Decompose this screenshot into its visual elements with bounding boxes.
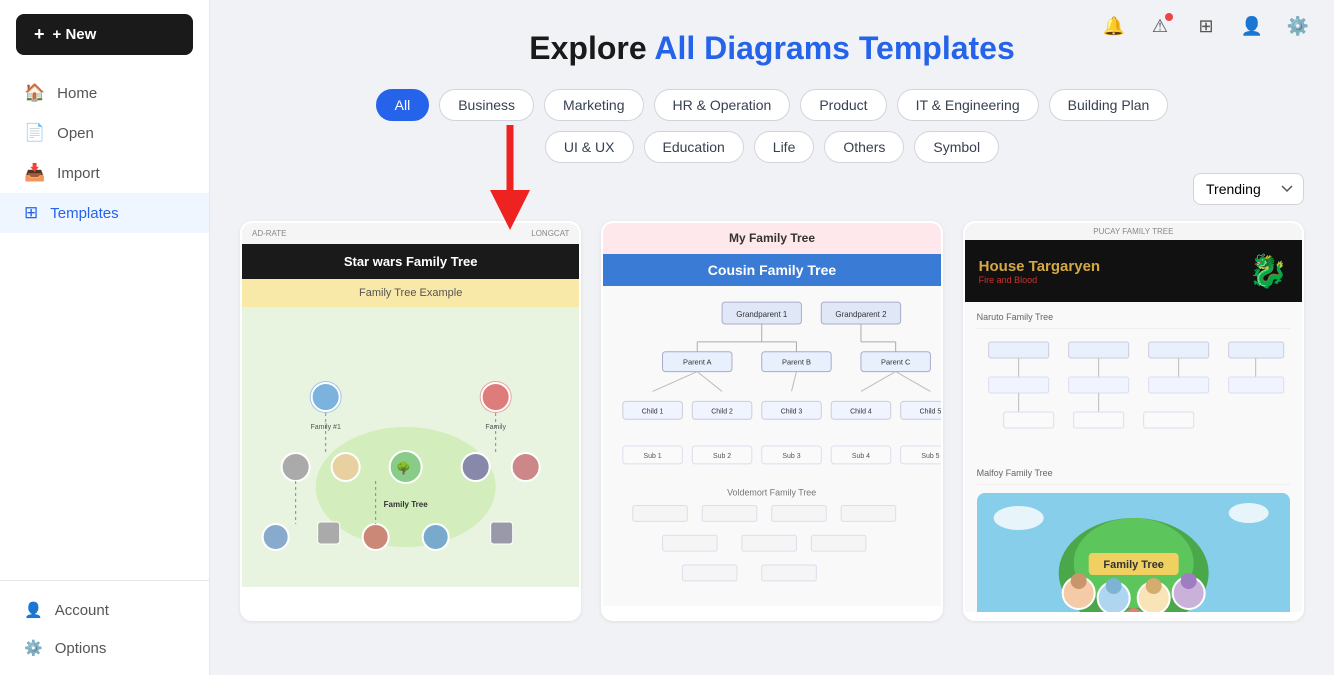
import-icon: 📥 — [24, 163, 45, 183]
account-icon: 👤 — [24, 601, 43, 619]
svg-text:Sub 2: Sub 2 — [713, 453, 731, 460]
card3-tree-content: Naruto Family Tree — [965, 302, 1302, 612]
sidebar-item-import-label: Import — [57, 165, 100, 182]
new-button-label: + New — [53, 26, 97, 43]
card3-house-title: House Targaryen — [979, 258, 1100, 275]
templates-icon: ⊞ — [24, 203, 38, 223]
account-label: Account — [55, 602, 109, 619]
card3-dragon-icon: 🐉 — [1248, 252, 1288, 290]
svg-text:Grandparent 2: Grandparent 2 — [836, 310, 887, 319]
card3-house-subtitle: Fire and Blood — [979, 275, 1100, 285]
filter-all[interactable]: All — [376, 89, 430, 121]
sort-row: Trending Newest Most Used — [240, 173, 1304, 205]
sidebar: + + New 🏠 Home 📄 Open 📥 Import ⊞ Templat… — [0, 0, 210, 675]
filter-business[interactable]: Business — [439, 89, 534, 121]
settings-icon[interactable]: ⚙️ — [1282, 10, 1314, 42]
template-card-2[interactable]: My Family Tree Cousin Family Tree Grandp… — [601, 221, 942, 621]
plus-icon: + — [34, 24, 45, 45]
svg-text:Child 1: Child 1 — [642, 408, 664, 415]
card1-subtitle: Family Tree Example — [242, 279, 579, 307]
svg-text:Family #1: Family #1 — [310, 424, 340, 431]
template-card-1[interactable]: AD-RATE LONGCAT Star wars Family Tree Fa… — [240, 221, 581, 621]
sidebar-bottom: 👤 Account ⚙️ Options — [0, 580, 209, 675]
topbar: 🔔 ⚠ ⊞ 👤 ⚙️ — [1098, 10, 1314, 42]
sidebar-nav: 🏠 Home 📄 Open 📥 Import ⊞ Templates — [0, 65, 209, 580]
card3-colorful-tree: Family Tree — [977, 493, 1290, 612]
svg-text:Parent A: Parent A — [683, 358, 712, 367]
card1-tree-area: 🌳 Fam — [242, 307, 579, 587]
sort-select[interactable]: Trending Newest Most Used — [1193, 173, 1304, 205]
main-content: 🔔 ⚠ ⊞ 👤 ⚙️ Explore All Diagrams Template… — [210, 0, 1334, 675]
templates-grid: AD-RATE LONGCAT Star wars Family Tree Fa… — [240, 221, 1304, 621]
filter-ui[interactable]: UI & UX — [545, 131, 634, 163]
sidebar-item-templates-label: Templates — [50, 205, 118, 222]
filter-symbol[interactable]: Symbol — [914, 131, 999, 163]
svg-text:Child 2: Child 2 — [712, 408, 734, 415]
options-label: Options — [55, 640, 107, 657]
sidebar-item-open-label: Open — [57, 125, 94, 142]
page-title-plain: Explore — [529, 30, 646, 66]
filter-row-1: All Business Marketing HR & Operation Pr… — [240, 89, 1304, 121]
svg-text:Family: Family — [485, 424, 506, 431]
filter-building[interactable]: Building Plan — [1049, 89, 1169, 121]
file-icon: 📄 — [24, 123, 45, 143]
svg-text:Parent C: Parent C — [881, 358, 911, 367]
filter-hr[interactable]: HR & Operation — [654, 89, 791, 121]
grid-icon[interactable]: ⊞ — [1190, 10, 1222, 42]
alert-icon[interactable]: ⚠ — [1144, 10, 1176, 42]
sidebar-item-import[interactable]: 📥 Import — [0, 153, 209, 193]
card2-cousin-banner: Cousin Family Tree — [603, 254, 940, 286]
card1-tree-svg: 🌳 Fam — [242, 307, 579, 587]
options-icon: ⚙️ — [24, 639, 43, 657]
filter-education[interactable]: Education — [644, 131, 744, 163]
card2-tree-area: Grandparent 1 Grandparent 2 Parent A Par… — [603, 286, 940, 606]
card3-targaryen-header: House Targaryen Fire and Blood 🐉 — [965, 240, 1302, 302]
svg-text:Child 4: Child 4 — [850, 408, 872, 415]
svg-text:Child 3: Child 3 — [781, 408, 803, 415]
filter-marketing[interactable]: Marketing — [544, 89, 643, 121]
sidebar-item-templates[interactable]: ⊞ Templates — [0, 193, 209, 233]
svg-text:🌳: 🌳 — [396, 460, 411, 475]
svg-text:Sub 1: Sub 1 — [644, 453, 662, 460]
card2-tree-svg: Grandparent 1 Grandparent 2 Parent A Par… — [603, 286, 940, 606]
card1-banner: Star wars Family Tree — [242, 244, 579, 279]
card3-malfoy-label: Malfoy Family Tree — [977, 468, 1290, 485]
svg-text:Child 5: Child 5 — [920, 408, 941, 415]
sidebar-item-options[interactable]: ⚙️ Options — [0, 629, 209, 667]
alert-badge — [1165, 13, 1173, 21]
svg-text:Sub 4: Sub 4 — [852, 453, 870, 460]
card2-inner: My Family Tree Cousin Family Tree Grandp… — [603, 223, 940, 619]
svg-text:Sub 3: Sub 3 — [783, 453, 801, 460]
sidebar-item-home[interactable]: 🏠 Home — [0, 73, 209, 113]
svg-text:Family Tree: Family Tree — [384, 500, 429, 509]
new-button[interactable]: + + New — [16, 14, 193, 55]
svg-text:Sub 5: Sub 5 — [922, 453, 940, 460]
filter-others[interactable]: Others — [824, 131, 904, 163]
filter-product[interactable]: Product — [800, 89, 886, 121]
card3-tree-visual-svg: Family Tree — [977, 493, 1290, 612]
home-icon: 🏠 — [24, 83, 45, 103]
sidebar-item-home-label: Home — [57, 85, 97, 102]
notification-icon[interactable]: 🔔 — [1098, 10, 1130, 42]
filter-life[interactable]: Life — [754, 131, 815, 163]
svg-text:Voldemort Family Tree: Voldemort Family Tree — [727, 488, 816, 498]
svg-text:Grandparent 1: Grandparent 1 — [737, 310, 789, 319]
page-title-highlight: All Diagrams Templates — [654, 30, 1014, 66]
user-icon[interactable]: 👤 — [1236, 10, 1268, 42]
filter-it[interactable]: IT & Engineering — [897, 89, 1039, 121]
card3-naruto-label: Naruto Family Tree — [977, 312, 1290, 329]
card3-inner: PUCAY FAMILY TREE House Targaryen Fire a… — [965, 223, 1302, 619]
svg-text:Parent B: Parent B — [782, 358, 811, 367]
card2-header: My Family Tree — [603, 223, 940, 254]
sidebar-item-account[interactable]: 👤 Account — [0, 591, 209, 629]
card1-header-right: LONGCAT — [531, 229, 569, 238]
card3-pucay-label: PUCAY FAMILY TREE — [965, 223, 1302, 240]
card1-inner: AD-RATE LONGCAT Star wars Family Tree Fa… — [242, 223, 579, 619]
svg-text:Family Tree: Family Tree — [1103, 559, 1164, 571]
sidebar-item-open[interactable]: 📄 Open — [0, 113, 209, 153]
filter-row-2: UI & UX Education Life Others Symbol — [240, 131, 1304, 163]
card3-naruto-svg — [977, 337, 1290, 457]
card1-header-left: AD-RATE — [252, 229, 287, 238]
template-card-3[interactable]: PUCAY FAMILY TREE House Targaryen Fire a… — [963, 221, 1304, 621]
